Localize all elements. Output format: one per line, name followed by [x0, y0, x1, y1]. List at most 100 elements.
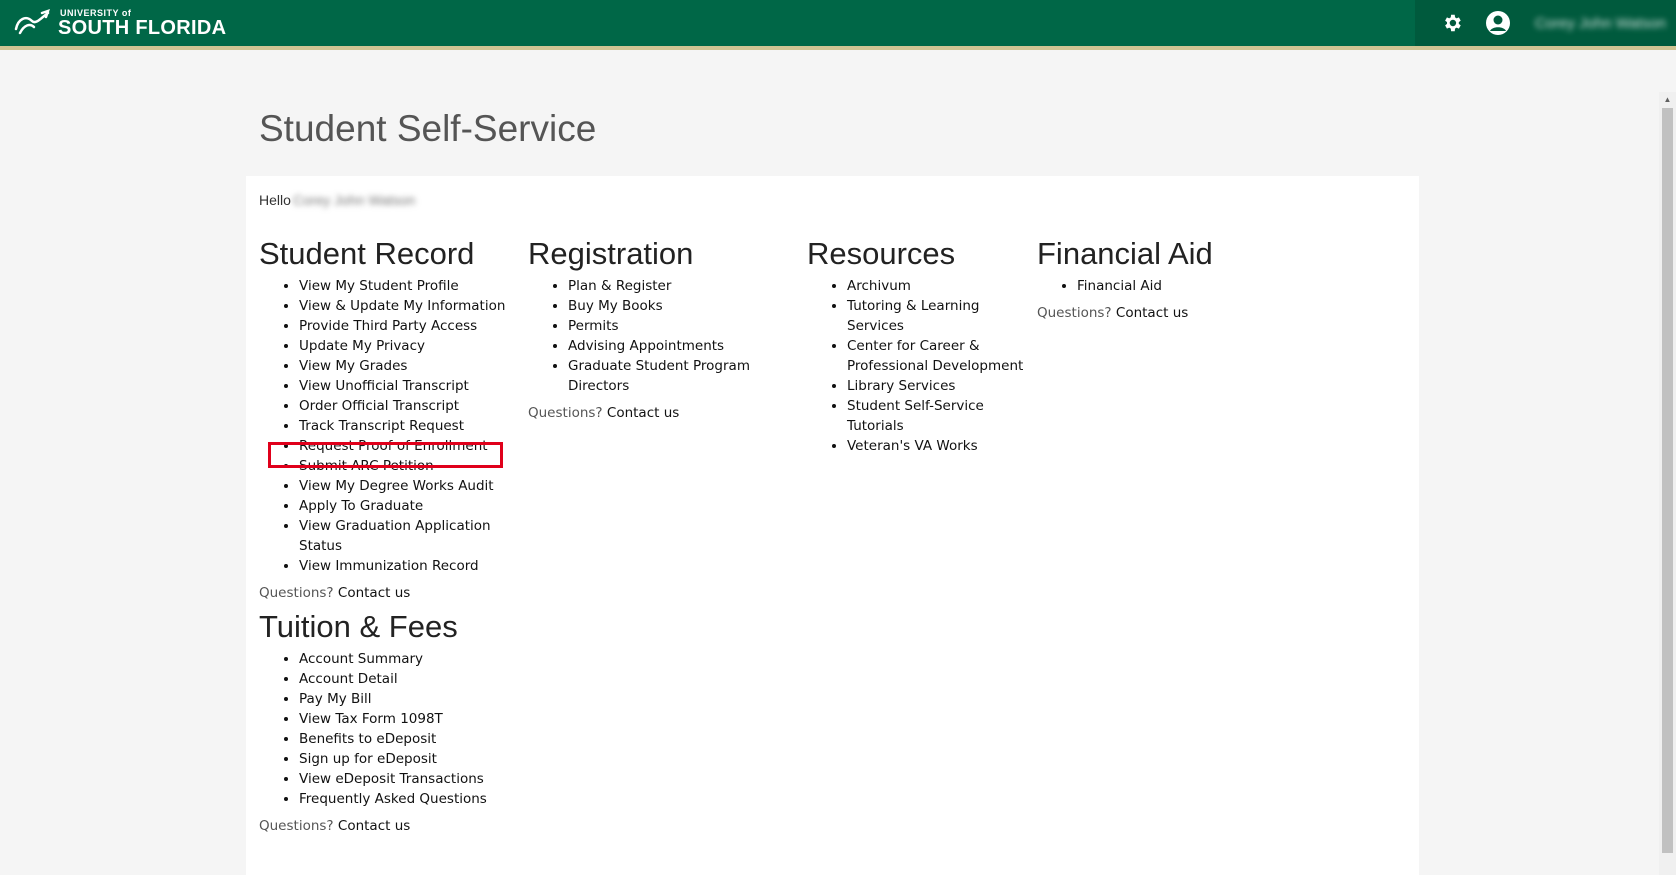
link-library-services[interactable]: Library Services	[847, 378, 955, 394]
contact-us-link[interactable]: Contact us	[338, 585, 410, 601]
list-item: Account Detail	[299, 669, 549, 689]
contact-us-link[interactable]: Contact us	[607, 405, 679, 421]
link-order-official-transcript[interactable]: Order Official Transcript	[299, 398, 459, 414]
link-request-proof-of-enrollment[interactable]: Request Proof of Enrollment	[299, 438, 488, 454]
link-benefits-to-edeposit[interactable]: Benefits to eDeposit	[299, 731, 436, 747]
registration-questions: Questions? Contact us	[528, 405, 808, 421]
list-item: Buy My Books	[568, 296, 808, 316]
list-item: Update My Privacy	[299, 336, 529, 356]
questions-label: Questions?	[259, 818, 334, 834]
list-item: View & Update My Information	[299, 296, 529, 316]
link-permits[interactable]: Permits	[568, 318, 619, 334]
list-item: Pay My Bill	[299, 689, 549, 709]
link-provide-third-party-access[interactable]: Provide Third Party Access	[299, 318, 477, 334]
user-profile-button[interactable]	[1475, 0, 1521, 46]
student-record-questions: Questions? Contact us	[259, 585, 529, 601]
link-veterans-va-works[interactable]: Veteran's VA Works	[847, 438, 978, 454]
link-graduate-student-program-directors[interactable]: Graduate Student Program Directors	[568, 358, 750, 394]
list-item: Student Self-Service Tutorials	[847, 396, 1037, 436]
link-pay-my-bill[interactable]: Pay My Bill	[299, 691, 372, 707]
list-item: Sign up for eDeposit	[299, 749, 549, 769]
link-view-update-my-information[interactable]: View & Update My Information	[299, 298, 505, 314]
link-plan-register[interactable]: Plan & Register	[568, 278, 671, 294]
resources-section: Resources Archivum Tutoring & Learning S…	[807, 236, 1037, 456]
link-sign-up-for-edeposit[interactable]: Sign up for eDeposit	[299, 751, 437, 767]
link-update-my-privacy[interactable]: Update My Privacy	[299, 338, 425, 354]
list-item: Benefits to eDeposit	[299, 729, 549, 749]
financial-aid-section: Financial Aid Financial Aid Questions? C…	[1037, 236, 1297, 321]
list-item: Frequently Asked Questions	[299, 789, 549, 809]
link-view-my-student-profile[interactable]: View My Student Profile	[299, 278, 459, 294]
questions-label: Questions?	[528, 405, 603, 421]
financial-aid-list: Financial Aid	[1037, 276, 1297, 296]
link-view-unofficial-transcript[interactable]: View Unofficial Transcript	[299, 378, 469, 394]
list-item: Request Proof of Enrollment	[299, 436, 529, 456]
student-record-list: View My Student Profile View & Update My…	[259, 276, 529, 576]
link-view-my-grades[interactable]: View My Grades	[299, 358, 407, 374]
link-view-edeposit-transactions[interactable]: View eDeposit Transactions	[299, 771, 484, 787]
list-item: Submit ARC Petition	[299, 456, 529, 476]
settings-button[interactable]	[1429, 0, 1475, 46]
usf-logo[interactable]: UNIVERSITY of SOUTH FLORIDA	[12, 7, 226, 39]
vertical-scrollbar[interactable]: ▲	[1659, 92, 1676, 875]
link-view-graduation-application-status[interactable]: View Graduation Application Status	[299, 518, 491, 554]
list-item: View Graduation Application Status	[299, 516, 529, 556]
link-student-self-service-tutorials[interactable]: Student Self-Service Tutorials	[847, 398, 984, 434]
list-item: Center for Career & Professional Develop…	[847, 336, 1037, 376]
link-view-my-degree-works-audit[interactable]: View My Degree Works Audit	[299, 478, 494, 494]
link-advising-appointments[interactable]: Advising Appointments	[568, 338, 724, 354]
student-record-section: Student Record View My Student Profile V…	[259, 236, 529, 601]
contact-us-link[interactable]: Contact us	[338, 818, 410, 834]
list-item: View My Grades	[299, 356, 529, 376]
bull-logo-icon	[14, 9, 50, 35]
list-item: View My Student Profile	[299, 276, 529, 296]
financial-aid-questions: Questions? Contact us	[1037, 305, 1297, 321]
list-item: View Tax Form 1098T	[299, 709, 549, 729]
resources-heading: Resources	[807, 236, 956, 271]
scroll-up-icon[interactable]: ▲	[1659, 92, 1676, 106]
main-content-card: HelloCorey John Watson Student Record Vi…	[246, 176, 1419, 875]
contact-us-link[interactable]: Contact us	[1116, 305, 1188, 321]
resources-list: Archivum Tutoring & Learning Services Ce…	[807, 276, 1037, 456]
tuition-fees-list: Account Summary Account Detail Pay My Bi…	[259, 649, 549, 809]
link-financial-aid[interactable]: Financial Aid	[1077, 278, 1162, 294]
link-account-detail[interactable]: Account Detail	[299, 671, 398, 687]
link-account-summary[interactable]: Account Summary	[299, 651, 423, 667]
scroll-thumb[interactable]	[1662, 108, 1673, 853]
link-buy-my-books[interactable]: Buy My Books	[568, 298, 663, 314]
logo-big-text: SOUTH FLORIDA	[58, 16, 227, 39]
link-view-immunization-record[interactable]: View Immunization Record	[299, 558, 479, 574]
registration-section: Registration Plan & Register Buy My Book…	[528, 236, 808, 421]
list-item: Veteran's VA Works	[847, 436, 1037, 456]
list-item: Graduate Student Program Directors	[568, 356, 808, 396]
registration-heading: Registration	[528, 236, 694, 271]
questions-label: Questions?	[259, 585, 334, 601]
list-item: Tutoring & Learning Services	[847, 296, 1037, 336]
list-item: View eDeposit Transactions	[299, 769, 549, 789]
gear-icon	[1444, 14, 1461, 32]
list-item: Apply To Graduate	[299, 496, 529, 516]
link-apply-to-graduate[interactable]: Apply To Graduate	[299, 498, 423, 514]
user-name[interactable]: Corey John Watson	[1535, 15, 1666, 32]
hello-text: Hello	[259, 192, 291, 208]
list-item: Advising Appointments	[568, 336, 808, 356]
list-item: Track Transcript Request	[299, 416, 529, 436]
link-submit-arc-petition[interactable]: Submit ARC Petition	[299, 458, 434, 474]
list-item: Archivum	[847, 276, 1037, 296]
link-view-tax-form-1098t[interactable]: View Tax Form 1098T	[299, 711, 443, 727]
list-item: Permits	[568, 316, 808, 336]
top-navigation-bar: UNIVERSITY of SOUTH FLORIDA Corey John W…	[0, 0, 1676, 50]
link-tutoring-learning-services[interactable]: Tutoring & Learning Services	[847, 298, 979, 334]
page-title: Student Self-Service	[259, 108, 597, 149]
list-item: Plan & Register	[568, 276, 808, 296]
user-tools: Corey John Watson	[1414, 0, 1676, 46]
link-center-for-career[interactable]: Center for Career & Professional Develop…	[847, 338, 1023, 374]
greeting: Hello Corey John Watson	[259, 192, 415, 208]
questions-label: Questions?	[1037, 305, 1112, 321]
link-frequently-asked-questions[interactable]: Frequently Asked Questions	[299, 791, 487, 807]
list-item: View My Degree Works Audit	[299, 476, 529, 496]
list-item: Financial Aid	[1077, 276, 1297, 296]
link-archivum[interactable]: Archivum	[847, 278, 911, 294]
student-record-heading: Student Record	[259, 236, 475, 271]
link-track-transcript-request[interactable]: Track Transcript Request	[299, 418, 464, 434]
